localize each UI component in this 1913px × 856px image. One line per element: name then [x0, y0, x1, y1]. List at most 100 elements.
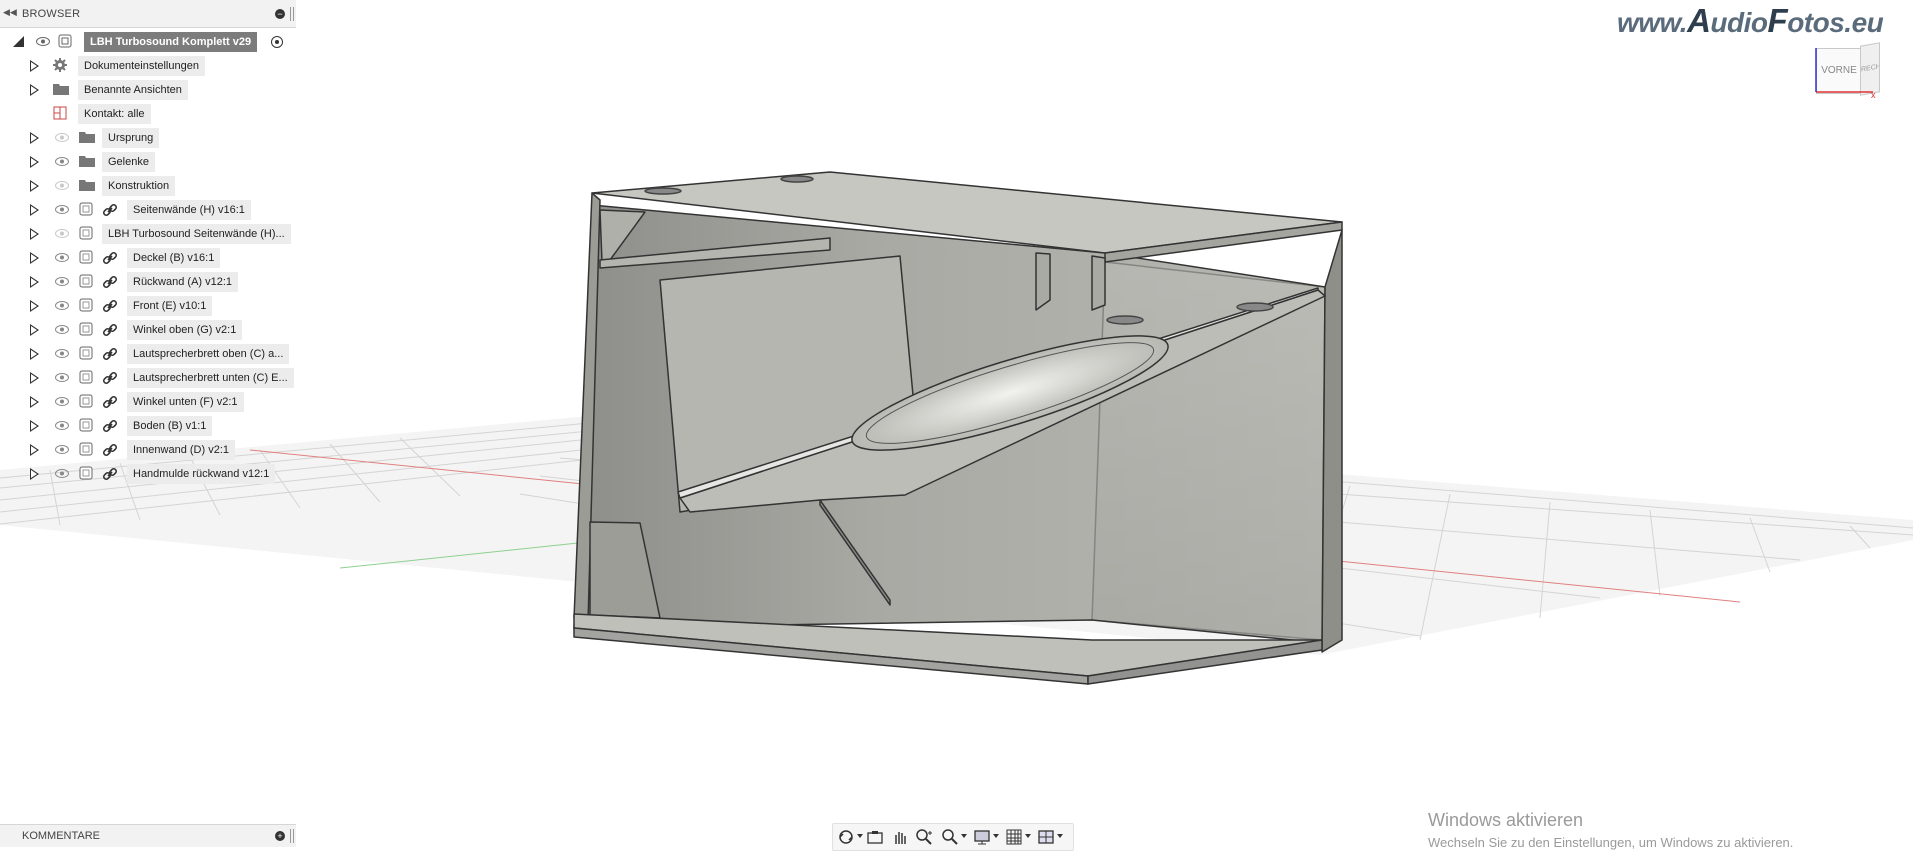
- visibility-eye-icon[interactable]: [36, 37, 50, 46]
- hidden-eye-icon[interactable]: [55, 229, 69, 238]
- grid-dropdown-icon[interactable]: [1025, 834, 1031, 838]
- tree-item-label: Boden (B) v1:1: [127, 416, 213, 436]
- tree-item[interactable]: Gelenke: [0, 151, 296, 173]
- comments-grip-icon[interactable]: [290, 829, 294, 843]
- collapse-triangle-icon[interactable]: [13, 36, 24, 47]
- visibility-eye-icon[interactable]: [55, 373, 69, 382]
- link-icon: [102, 347, 118, 361]
- viewports-dropdown-icon[interactable]: [1057, 834, 1063, 838]
- watermark-cap-a: A: [1687, 2, 1711, 39]
- expand-triangle-icon[interactable]: [30, 348, 39, 360]
- panel-grip-icon[interactable]: [290, 7, 294, 21]
- tree-item-label: Ursprung: [102, 128, 160, 148]
- tree-item[interactable]: Front (E) v10:1: [0, 295, 296, 317]
- expand-triangle-icon[interactable]: [30, 252, 39, 264]
- zoom-icon[interactable]: [915, 828, 933, 846]
- tree-item[interactable]: Rückwand (A) v12:1: [0, 271, 296, 293]
- collapse-panel-icon[interactable]: ◀◀: [3, 7, 17, 18]
- expand-triangle-icon[interactable]: [30, 84, 39, 96]
- expand-triangle-icon[interactable]: [30, 444, 39, 456]
- minimize-panel-button[interactable]: −: [275, 9, 285, 19]
- tree-item[interactable]: Benannte Ansichten: [0, 79, 296, 101]
- expand-triangle-icon[interactable]: [30, 420, 39, 432]
- expand-triangle-icon[interactable]: [30, 60, 39, 72]
- tree-item[interactable]: Kontakt: alle: [0, 103, 296, 125]
- tree-item[interactable]: Innenwand (D) v2:1: [0, 439, 296, 461]
- tree-item[interactable]: Seitenwände (H) v16:1: [0, 199, 296, 221]
- visibility-eye-icon[interactable]: [55, 157, 69, 166]
- visibility-eye-icon[interactable]: [55, 469, 69, 478]
- visibility-eye-icon[interactable]: [55, 277, 69, 286]
- tree-item-label: Kontakt: alle: [78, 104, 151, 124]
- tree-item[interactable]: Winkel unten (F) v2:1: [0, 391, 296, 413]
- orbit-icon[interactable]: [837, 828, 855, 846]
- expand-triangle-icon[interactable]: [30, 300, 39, 312]
- expand-triangle-icon[interactable]: [30, 276, 39, 288]
- tree-item-label: Dokumenteinstellungen: [78, 56, 205, 76]
- pan-icon[interactable]: [891, 828, 909, 846]
- view-cube[interactable]: VORNE RECHTS x: [1813, 38, 1883, 100]
- expand-triangle-icon[interactable]: [30, 180, 39, 192]
- watermark-logo: www.AudioFotos.eu: [1617, 2, 1884, 40]
- expand-triangle-icon[interactable]: [30, 228, 39, 240]
- link-icon: [102, 371, 118, 385]
- expand-triangle-icon[interactable]: [30, 468, 39, 480]
- viewports-icon[interactable]: [1037, 828, 1055, 846]
- visibility-eye-icon[interactable]: [55, 325, 69, 334]
- visibility-eye-icon[interactable]: [55, 397, 69, 406]
- fit-icon[interactable]: [941, 828, 959, 846]
- zoom-dropdown-icon[interactable]: [961, 834, 967, 838]
- link-icon: [102, 467, 118, 481]
- document-icon: [58, 34, 72, 48]
- component-icon: [79, 202, 93, 216]
- expand-triangle-icon[interactable]: [30, 372, 39, 384]
- visibility-eye-icon[interactable]: [55, 253, 69, 262]
- orbit-dropdown-icon[interactable]: [857, 834, 863, 838]
- tree-item-label: LBH Turbosound Seitenwände (H)...: [102, 224, 291, 244]
- display-dropdown-icon[interactable]: [993, 834, 999, 838]
- tree-root[interactable]: LBH Turbosound Komplett v29: [0, 31, 296, 53]
- component-icon: [79, 442, 93, 456]
- tree-item[interactable]: LBH Turbosound Seitenwände (H)...: [0, 223, 296, 245]
- tree-item-label: Lautsprecherbrett unten (C) E...: [127, 368, 294, 388]
- hidden-eye-icon[interactable]: [55, 181, 69, 190]
- tree-item[interactable]: Lautsprecherbrett unten (C) E...: [0, 367, 296, 389]
- windows-activation-notice: Windows aktivieren Wechseln Sie zu den E…: [1428, 810, 1793, 850]
- tree-item-label: Benannte Ansichten: [78, 80, 188, 100]
- expand-triangle-icon[interactable]: [30, 396, 39, 408]
- expand-triangle-icon[interactable]: [30, 204, 39, 216]
- tree-item[interactable]: Handmulde rückwand v12:1: [0, 463, 296, 485]
- tree-item[interactable]: Ursprung: [0, 127, 296, 149]
- expand-triangle-icon[interactable]: [30, 156, 39, 168]
- visibility-eye-icon[interactable]: [55, 301, 69, 310]
- hidden-eye-icon[interactable]: [55, 133, 69, 142]
- root-label: LBH Turbosound Komplett v29: [84, 32, 258, 52]
- expand-triangle-icon[interactable]: [30, 132, 39, 144]
- visibility-eye-icon[interactable]: [55, 421, 69, 430]
- tree-item[interactable]: Deckel (B) v16:1: [0, 247, 296, 269]
- browser-panel-header: ◀◀ BROWSER −: [0, 0, 296, 28]
- grid-icon[interactable]: [1005, 828, 1023, 846]
- tree-item[interactable]: Dokumenteinstellungen: [0, 55, 296, 77]
- tree-item[interactable]: Konstruktion: [0, 175, 296, 197]
- tree-item[interactable]: Boden (B) v1:1: [0, 415, 296, 437]
- expand-triangle-icon[interactable]: [30, 324, 39, 336]
- tree-item-label: Winkel unten (F) v2:1: [127, 392, 244, 412]
- tree-item[interactable]: Lautsprecherbrett oben (C) a...: [0, 343, 296, 365]
- windows-activation-title: Windows aktivieren: [1428, 810, 1584, 830]
- component-icon: [79, 466, 93, 480]
- visibility-eye-icon[interactable]: [55, 349, 69, 358]
- link-icon: [102, 299, 118, 313]
- component-icon: [79, 226, 93, 240]
- visibility-eye-icon[interactable]: [55, 445, 69, 454]
- add-comment-button[interactable]: +: [275, 831, 285, 841]
- component-icon: [79, 298, 93, 312]
- folder-icon: [79, 156, 95, 167]
- tree-item-label: Konstruktion: [102, 176, 176, 196]
- look-at-icon[interactable]: [866, 828, 884, 846]
- activate-radio-icon[interactable]: [271, 36, 283, 48]
- display-settings-icon[interactable]: [973, 828, 991, 846]
- visibility-eye-icon[interactable]: [55, 205, 69, 214]
- navigation-toolbar: [832, 823, 1074, 851]
- tree-item[interactable]: Winkel oben (G) v2:1: [0, 319, 296, 341]
